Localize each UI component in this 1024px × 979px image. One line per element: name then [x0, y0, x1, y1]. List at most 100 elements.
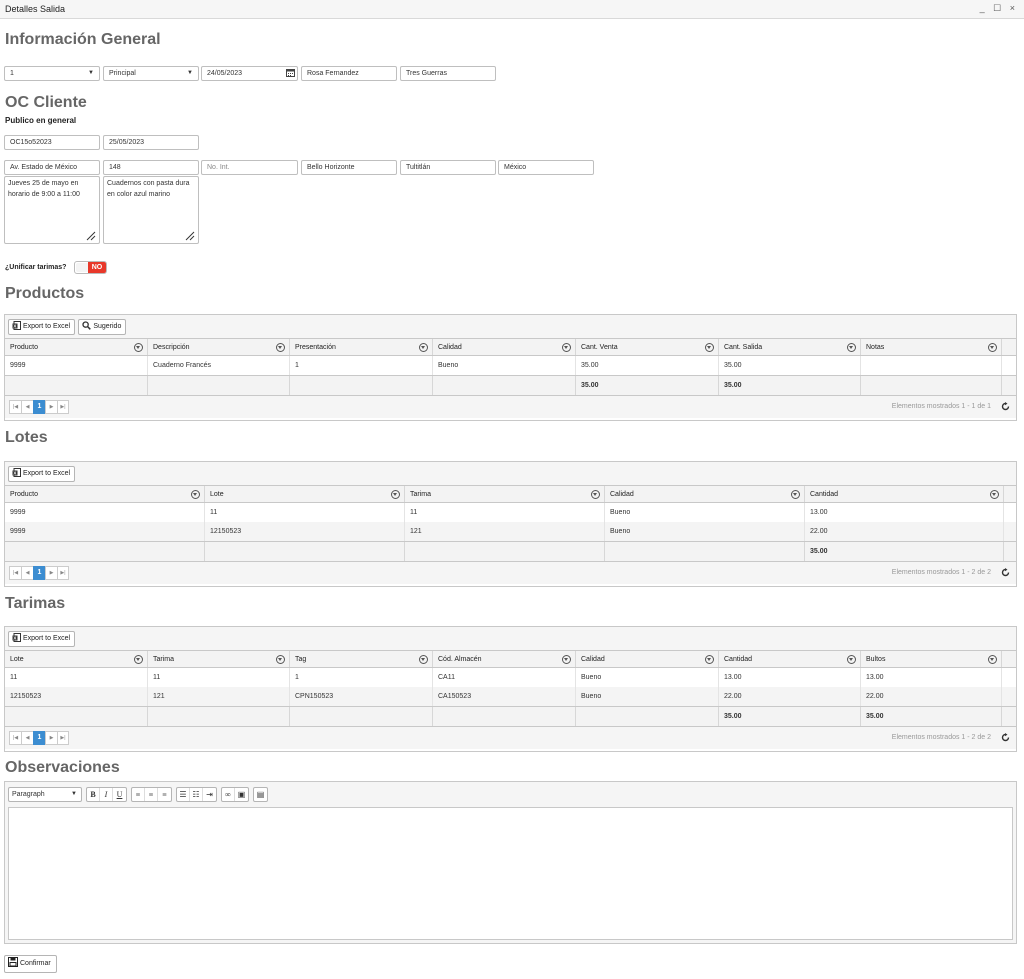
first-page-icon[interactable]: |◀: [9, 400, 21, 414]
image-icon[interactable]: ▣: [235, 788, 248, 801]
first-page-icon[interactable]: |◀: [9, 731, 21, 745]
italic-icon[interactable]: I: [100, 788, 113, 801]
underline-icon[interactable]: U: [113, 788, 126, 801]
column-header[interactable]: Cant. Salida: [719, 339, 861, 355]
table-row[interactable]: 9999 11 11 Bueno 13.00: [5, 503, 1016, 522]
export-excel-button[interactable]: X Export to Excel: [8, 631, 76, 647]
prev-page-icon[interactable]: ◀: [21, 731, 33, 745]
filter-icon[interactable]: [791, 490, 800, 499]
city-field[interactable]: Tultitlán: [400, 160, 496, 175]
filter-icon[interactable]: [847, 343, 856, 352]
column-header[interactable]: Notas: [861, 339, 1002, 355]
confirm-button[interactable]: Confirmar: [4, 955, 57, 973]
bullet-list-icon[interactable]: ☰: [177, 788, 190, 801]
delivery-notes-textarea[interactable]: Jueves 25 de mayo en horario de 9:00 a 1…: [4, 176, 100, 244]
column-header[interactable]: Tarima: [148, 651, 290, 667]
view-html-icon[interactable]: ▤: [254, 788, 267, 801]
filter-icon[interactable]: [705, 655, 714, 664]
next-page-icon[interactable]: ▶: [45, 731, 57, 745]
filter-icon[interactable]: [847, 655, 856, 664]
next-page-icon[interactable]: ▶: [45, 566, 57, 580]
format-select[interactable]: Paragraph ▼: [8, 787, 82, 802]
page-number[interactable]: 1: [33, 566, 45, 580]
filter-icon[interactable]: [990, 490, 999, 499]
carrier-field[interactable]: Tres Guerras: [400, 66, 496, 81]
table-row[interactable]: 9999 Cuaderno Francés 1 Bueno 35.00 35.0…: [5, 356, 1016, 375]
numbered-list-icon[interactable]: ☷: [190, 788, 203, 801]
filter-icon[interactable]: [191, 490, 200, 499]
filter-icon[interactable]: [562, 655, 571, 664]
column-header[interactable]: Lote: [5, 651, 148, 667]
column-header[interactable]: Calidad: [576, 651, 719, 667]
filter-icon[interactable]: [591, 490, 600, 499]
column-header[interactable]: Lote: [205, 486, 405, 502]
product-notes-textarea[interactable]: Cuadernos con pasta dura en color azul m…: [103, 176, 199, 244]
prev-page-icon[interactable]: ◀: [21, 566, 33, 580]
page-number[interactable]: 1: [33, 731, 45, 745]
filter-icon[interactable]: [276, 655, 285, 664]
column-header[interactable]: Cantidad: [805, 486, 1004, 502]
refresh-icon[interactable]: [1001, 733, 1010, 742]
export-excel-button[interactable]: X Export to Excel: [8, 466, 76, 482]
align-right-icon[interactable]: ≡: [158, 788, 171, 801]
table-row[interactable]: 9999 12150523 121 Bueno 22.00: [5, 522, 1016, 541]
state-field[interactable]: México: [498, 160, 594, 175]
suggested-button[interactable]: Sugerido: [78, 319, 127, 335]
filter-icon[interactable]: [705, 343, 714, 352]
filter-icon[interactable]: [419, 343, 428, 352]
maximize-icon[interactable]: ☐: [993, 3, 1004, 13]
int-number-field[interactable]: No. Int.: [201, 160, 298, 175]
minimize-icon[interactable]: _: [980, 3, 988, 13]
column-header[interactable]: Calidad: [433, 339, 576, 355]
filter-icon[interactable]: [391, 490, 400, 499]
prev-page-icon[interactable]: ◀: [21, 400, 33, 414]
filter-icon[interactable]: [988, 343, 997, 352]
order-date-field[interactable]: 25/05/2023: [103, 135, 199, 150]
table-row[interactable]: 12150523 121 CPN150523 CA150523 Bueno 22…: [5, 687, 1016, 706]
column-header[interactable]: Bultos: [861, 651, 1002, 667]
export-excel-button[interactable]: X Export to Excel: [8, 319, 76, 335]
column-header[interactable]: Cant. Venta: [576, 339, 719, 355]
column-header[interactable]: Tarima: [405, 486, 605, 502]
column-header[interactable]: Calidad: [605, 486, 805, 502]
filter-icon[interactable]: [134, 343, 143, 352]
order-field[interactable]: OC15o52023: [4, 135, 100, 150]
column-header[interactable]: Descripción: [148, 339, 290, 355]
filter-icon[interactable]: [988, 655, 997, 664]
column-header[interactable]: Cód. Almacén: [433, 651, 576, 667]
close-icon[interactable]: ×: [1010, 3, 1018, 13]
filter-icon[interactable]: [419, 655, 428, 664]
next-page-icon[interactable]: ▶: [45, 400, 57, 414]
column-header[interactable]: Tag: [290, 651, 433, 667]
street-field[interactable]: Av. Estado de México: [4, 160, 100, 175]
last-page-icon[interactable]: ▶|: [57, 400, 69, 414]
column-header[interactable]: Cantidad: [719, 651, 861, 667]
observations-textarea[interactable]: [8, 807, 1013, 940]
table-row[interactable]: 11 11 1 CA11 Bueno 13.00 13.00: [5, 668, 1016, 687]
warehouse-select[interactable]: Principal ▼: [103, 66, 199, 81]
column-header[interactable]: Presentación: [290, 339, 433, 355]
filter-icon[interactable]: [134, 655, 143, 664]
contact-field[interactable]: Rosa Fernandez: [301, 66, 397, 81]
bold-icon[interactable]: B: [87, 788, 100, 801]
filter-icon[interactable]: [276, 343, 285, 352]
resize-handle-icon[interactable]: [86, 231, 96, 241]
filter-icon[interactable]: [562, 343, 571, 352]
date-field[interactable]: 24/05/2023: [201, 66, 298, 81]
refresh-icon[interactable]: [1001, 568, 1010, 577]
link-icon[interactable]: ∞: [222, 788, 235, 801]
align-left-icon[interactable]: ≡: [132, 788, 145, 801]
unify-toggle[interactable]: NO: [74, 261, 107, 274]
first-page-icon[interactable]: |◀: [9, 566, 21, 580]
ext-number-field[interactable]: 148: [103, 160, 199, 175]
column-header[interactable]: Producto: [5, 486, 205, 502]
calendar-icon[interactable]: [285, 68, 295, 79]
last-page-icon[interactable]: ▶|: [57, 566, 69, 580]
align-center-icon[interactable]: ≡: [145, 788, 158, 801]
refresh-icon[interactable]: [1001, 402, 1010, 411]
colony-field[interactable]: Bello Horizonte: [301, 160, 397, 175]
field1-select[interactable]: 1 ▼: [4, 66, 100, 81]
indent-icon[interactable]: ⇥: [203, 788, 216, 801]
page-number[interactable]: 1: [33, 400, 45, 414]
resize-handle-icon[interactable]: [185, 231, 195, 241]
